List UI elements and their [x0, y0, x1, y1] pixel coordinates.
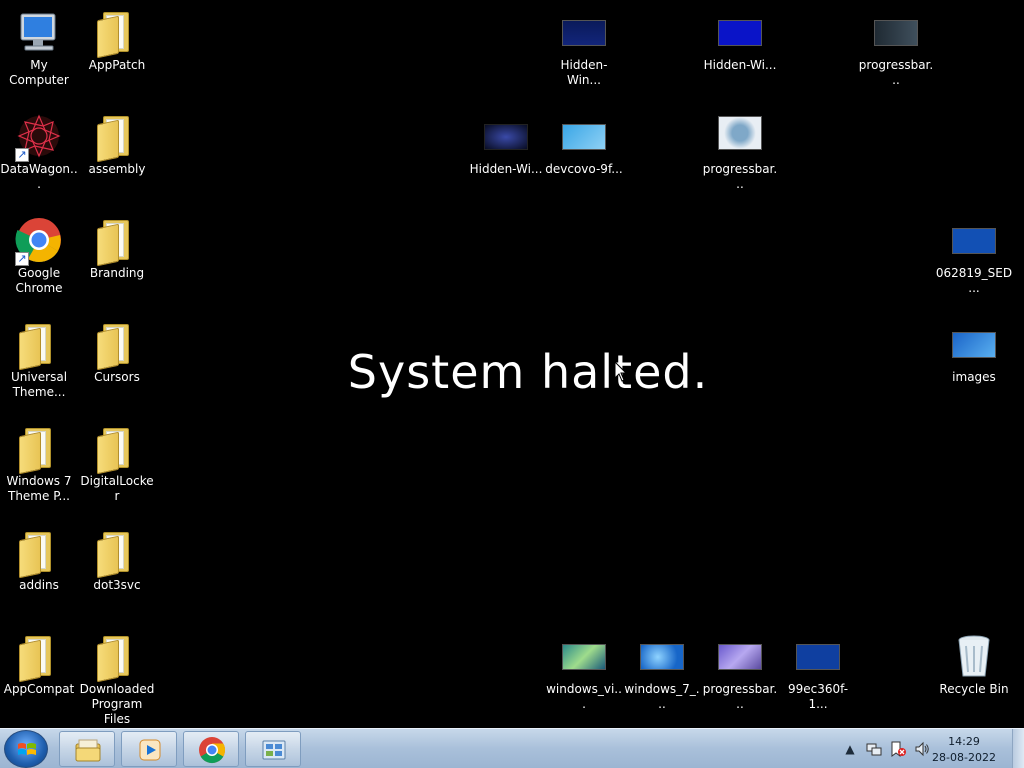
- downloaded-program-files-folder[interactable]: Downloaded Program Files: [78, 632, 156, 727]
- icon-label: Hidden-Wi...: [703, 58, 777, 72]
- folder-icon: [93, 632, 141, 683]
- folder-icon: [93, 528, 141, 579]
- icon-label: Branding: [89, 266, 145, 280]
- windows7-theme-folder[interactable]: Windows 7 Theme P...: [0, 424, 78, 504]
- icon-label: windows_vi...: [546, 682, 622, 711]
- windows-vista-image[interactable]: windows_vi...: [545, 632, 623, 712]
- windows-7-image[interactable]: windows_7_...: [623, 632, 701, 712]
- network-icon[interactable]: [866, 741, 882, 757]
- folder-icon: [93, 112, 141, 163]
- icon-label: addins: [19, 578, 59, 592]
- show-desktop-button[interactable]: [1012, 729, 1024, 768]
- chrome-icon: [199, 737, 226, 764]
- icon-label: DigitalLocker: [80, 474, 154, 503]
- taskbar: ▲ 14:29 28-08-2022: [0, 728, 1024, 768]
- progressbar-image-1[interactable]: progressbar...: [857, 8, 935, 88]
- image-thumbnail-icon: [716, 632, 764, 680]
- dot3svc-folder[interactable]: dot3svc: [78, 528, 156, 593]
- icon-label: Recycle Bin: [939, 682, 1009, 696]
- folder-icon: [15, 528, 63, 579]
- hidden-win-image-1[interactable]: Hidden-Win...: [545, 8, 623, 88]
- devcovo-image[interactable]: devcovo-9f...: [545, 112, 623, 177]
- image-thumbnail-icon: [872, 8, 920, 56]
- image-thumbnail-icon: [716, 8, 764, 56]
- clock-date[interactable]: 28-08-2022: [924, 751, 1004, 764]
- computer-icon: [15, 8, 63, 56]
- image-thumbnail-icon: [560, 632, 608, 680]
- image-thumbnail-icon: [716, 112, 764, 160]
- my-computer-shortcut[interactable]: My Computer: [0, 8, 78, 88]
- folder-icon: [93, 8, 141, 59]
- apppatch-folder[interactable]: AppPatch: [78, 8, 156, 73]
- icon-label: progressbar...: [702, 682, 778, 711]
- appcompat-folder[interactable]: AppCompat: [0, 632, 78, 697]
- action-center-icon[interactable]: [890, 741, 906, 757]
- recycle-bin-icon: [950, 632, 998, 680]
- icon-label: Windows 7 Theme P...: [6, 474, 72, 503]
- show-hidden-icons-chevron[interactable]: ▲: [842, 741, 858, 757]
- shortcut-arrow-icon: ↗: [15, 148, 29, 162]
- icon-label: Downloaded Program Files: [79, 682, 155, 726]
- icon-label: 062819_SED...: [935, 266, 1013, 295]
- image-thumbnail-icon: [638, 632, 686, 680]
- image-thumbnail-icon: [794, 632, 842, 680]
- datawagon-icon: ↗: [15, 112, 63, 162]
- desktop[interactable]: My Computer AppPatch ↗ DataWagon... asse…: [0, 0, 1024, 728]
- media-player-icon: [139, 739, 161, 761]
- folder-icon: [93, 216, 141, 267]
- image-thumbnail-icon: [482, 112, 530, 160]
- clock-time[interactable]: 14:29: [924, 735, 1004, 748]
- icon-label: Hidden-Wi...: [469, 162, 543, 176]
- recycle-bin[interactable]: Recycle Bin: [935, 632, 1013, 697]
- icon-label: My Computer: [9, 58, 69, 87]
- file-explorer-icon: [75, 739, 101, 762]
- datawagon-shortcut[interactable]: ↗ DataWagon...: [0, 112, 78, 192]
- start-button[interactable]: [4, 730, 48, 768]
- folder-icon: [93, 424, 141, 475]
- icon-label: progressbar...: [702, 162, 778, 191]
- icon-label: Google Chrome: [15, 266, 63, 295]
- icon-label: progressbar...: [858, 58, 934, 87]
- google-chrome-shortcut[interactable]: ↗ Google Chrome: [0, 216, 78, 296]
- folder-icon: [15, 632, 63, 683]
- icon-label: AppPatch: [88, 58, 146, 72]
- icon-label: dot3svc: [93, 578, 141, 592]
- shortcut-arrow-icon: ↗: [15, 252, 29, 266]
- image-thumbnail-icon: [950, 216, 998, 264]
- system-tray: ▲ 14:29 28-08-2022: [810, 729, 1010, 768]
- addins-folder[interactable]: addins: [0, 528, 78, 593]
- image-thumbnail-icon: [560, 8, 608, 56]
- folder-icon: [15, 424, 63, 475]
- system-halted-message: System halted.: [347, 345, 709, 399]
- icon-label: devcovo-9f...: [545, 162, 623, 176]
- sed-image[interactable]: 062819_SED...: [935, 216, 1013, 296]
- icon-label: windows_7_...: [624, 682, 700, 711]
- taskbar-explorer-button[interactable]: [59, 731, 115, 767]
- progressbar-image-2[interactable]: progressbar...: [701, 112, 779, 192]
- icon-label: 99ec360f-1...: [787, 682, 849, 711]
- icon-label: DataWagon...: [0, 162, 78, 191]
- 99ec360f-image[interactable]: 99ec360f-1...: [779, 632, 857, 712]
- hidden-win-image-2[interactable]: Hidden-Wi...: [701, 8, 779, 73]
- windows-start-orb-icon: [18, 743, 36, 755]
- branding-folder[interactable]: Branding: [78, 216, 156, 281]
- taskbar-media-player-button[interactable]: [121, 731, 177, 767]
- assembly-folder[interactable]: assembly: [78, 112, 156, 177]
- taskbar-control-panel-button[interactable]: [245, 731, 301, 767]
- chrome-icon: ↗: [15, 216, 63, 266]
- progressbar-image-3[interactable]: progressbar...: [701, 632, 779, 712]
- digitallocker-folder[interactable]: DigitalLocker: [78, 424, 156, 504]
- taskbar-chrome-button[interactable]: [183, 731, 239, 767]
- icon-label: AppCompat: [3, 682, 75, 696]
- icon-label: Hidden-Win...: [560, 58, 608, 87]
- image-thumbnail-icon: [560, 112, 608, 160]
- hidden-win-image-3[interactable]: Hidden-Wi...: [467, 112, 545, 177]
- control-panel-icon: [262, 740, 286, 760]
- icon-label: assembly: [88, 162, 146, 176]
